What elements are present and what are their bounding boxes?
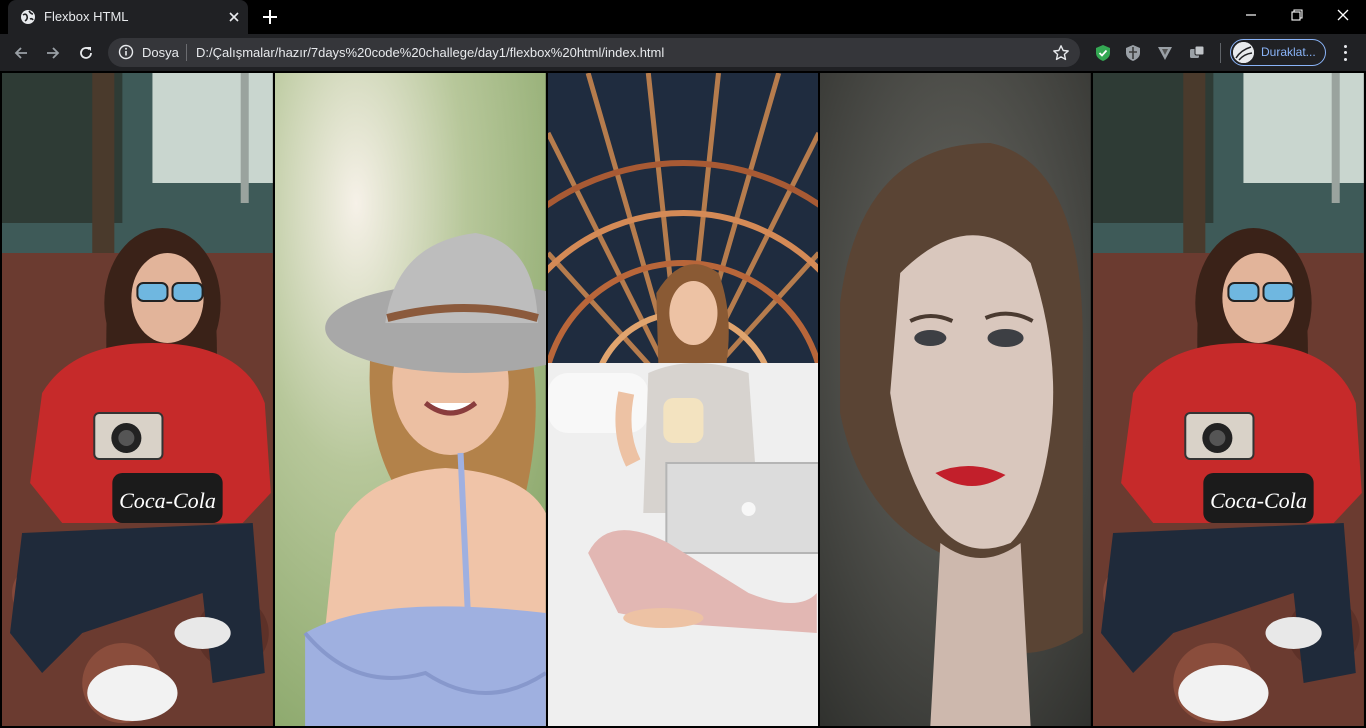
svg-text:Coca-Cola: Coca-Cola (119, 488, 216, 513)
menu-dot-icon (1343, 51, 1347, 55)
menu-dot-icon (1343, 58, 1347, 62)
reload-button[interactable] (73, 40, 99, 66)
svg-text:Coca-Cola: Coca-Cola (1210, 488, 1307, 513)
gallery-photo (820, 73, 1092, 726)
tab-title: Flexbox HTML (44, 9, 129, 24)
close-icon (1337, 9, 1349, 21)
woman-in-hat-image (274, 73, 546, 726)
new-tab-icon[interactable] (260, 7, 280, 27)
back-button[interactable] (8, 40, 34, 66)
woman-with-laptop-image (547, 73, 819, 726)
address-separator (186, 44, 187, 61)
address-bar[interactable]: Dosya D:/Çalışmalar/hazır/7days%20code%2… (108, 38, 1080, 67)
vpn-extension-icon[interactable] (1156, 44, 1174, 62)
gallery-photo (547, 73, 819, 726)
forward-button[interactable] (40, 40, 66, 66)
green-shield-extension-icon[interactable] (1094, 44, 1112, 62)
browser-tab[interactable]: Flexbox HTML (8, 0, 248, 34)
arrow-right-icon (47, 47, 60, 59)
profile-label: Duraklat... (1261, 45, 1316, 59)
restore-button[interactable] (1274, 0, 1320, 30)
toolbar-divider (1220, 43, 1221, 63)
globe-icon (21, 10, 35, 24)
info-icon[interactable] (118, 44, 134, 60)
gallery-photo: Coca-Cola (2, 73, 273, 726)
close-window-button[interactable] (1320, 0, 1366, 30)
minimize-icon (1246, 14, 1256, 16)
bookmark-star-icon[interactable] (1052, 44, 1070, 62)
close-tab-icon[interactable] (226, 9, 242, 25)
profile-button[interactable]: Duraklat... (1230, 39, 1326, 66)
minimize-button[interactable] (1228, 0, 1274, 30)
menu-button[interactable] (1336, 43, 1354, 63)
avatar (1233, 42, 1254, 63)
woman-with-camera-image: Coca-Cola (1093, 73, 1364, 726)
arrow-left-icon (14, 47, 27, 59)
gallery-photo: Coca-Cola (1093, 73, 1364, 726)
shield-extension-icon[interactable] (1124, 44, 1142, 62)
woman-portrait-image (820, 73, 1092, 726)
browser-toolbar: Dosya D:/Çalışmalar/hazır/7days%20code%2… (0, 34, 1366, 71)
photo-gallery: Coca-Cola Coca-Cola (0, 71, 1366, 728)
url-text[interactable]: D:/Çalışmalar/hazır/7days%20code%20chall… (196, 45, 664, 60)
title-bar: Flexbox HTML (0, 0, 1366, 34)
menu-dot-icon (1343, 44, 1347, 48)
gallery-photo (274, 73, 546, 726)
profile-avatar-icon (1233, 42, 1254, 63)
restore-icon (1291, 9, 1303, 21)
scheme-label: Dosya (142, 45, 179, 60)
reload-icon (80, 47, 92, 59)
woman-with-camera-image: Coca-Cola (2, 73, 273, 726)
windows-extension-icon[interactable] (1188, 44, 1206, 62)
page-viewport: Coca-Cola Coca-Cola (0, 71, 1366, 728)
